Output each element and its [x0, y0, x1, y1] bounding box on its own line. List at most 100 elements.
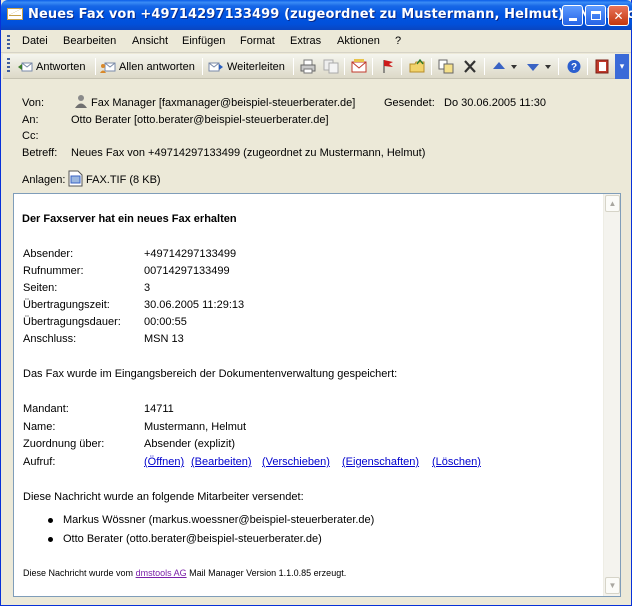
- previous-dropdown-icon[interactable]: [510, 59, 518, 74]
- edit-link[interactable]: (Bearbeiten): [191, 456, 252, 468]
- minimize-icon: [568, 18, 577, 21]
- categorize-icon[interactable]: [438, 59, 454, 74]
- toolbar-separator: [293, 58, 294, 75]
- list-bullet: [48, 518, 53, 523]
- menu-datei[interactable]: Datei: [22, 35, 48, 47]
- recipient-item: Otto Berater (otto.berater@beispiel-steu…: [63, 533, 322, 545]
- from-label: Von:: [22, 97, 45, 109]
- toolbar-separator: [95, 58, 96, 75]
- flag-icon[interactable]: [380, 59, 396, 74]
- to-value[interactable]: Otto Berater [otto.berater@beispiel-steu…: [71, 114, 329, 126]
- forward-label: Weiterleiten: [227, 60, 285, 73]
- toolbar-overflow-button[interactable]: ▾: [615, 54, 629, 79]
- menu-format[interactable]: Format: [240, 35, 275, 47]
- menu-help[interactable]: ?: [395, 35, 401, 47]
- footer-pre: Diese Nachricht wurde vom: [23, 568, 134, 578]
- from-value[interactable]: Fax Manager [faxmanager@beispiel-steuerb…: [91, 97, 355, 109]
- window-title: Neues Fax von +49714297133499 (zugeordne…: [28, 7, 632, 22]
- toolbar-separator: [587, 58, 588, 75]
- reply-all-button[interactable]: Allen antworten: [100, 57, 195, 76]
- menu-bearbeiten[interactable]: Bearbeiten: [63, 35, 116, 47]
- forward-icon: [208, 60, 224, 74]
- reply-label: Antworten: [36, 60, 86, 73]
- mark-unread-icon[interactable]: [351, 59, 367, 74]
- move-folder-icon[interactable]: [409, 58, 425, 74]
- move-link[interactable]: (Verschieben): [262, 456, 330, 468]
- body-heading: Der Faxserver hat ein neues Fax erhalten: [22, 213, 237, 225]
- sent-to-text: Diese Nachricht wurde an folgende Mitarb…: [23, 491, 304, 503]
- stored-text: Das Fax wurde im Eingangsbereich der Dok…: [23, 368, 398, 380]
- copy-icon[interactable]: [323, 59, 339, 74]
- maximize-button[interactable]: [585, 5, 606, 26]
- detail-value: 3: [144, 282, 151, 294]
- menu-einfuegen[interactable]: Einfügen: [182, 35, 225, 47]
- list-bullet: [48, 537, 53, 542]
- envelope-icon: [7, 8, 23, 20]
- maximize-icon: [590, 11, 601, 20]
- detail-value: MSN 13: [144, 333, 184, 345]
- minimize-button[interactable]: [562, 5, 583, 26]
- menu-ansicht[interactable]: Ansicht: [132, 35, 168, 47]
- toolbar-separator: [484, 58, 485, 75]
- attachments-label: Anlagen:: [22, 174, 66, 186]
- assignment-value: Absender (explizit): [144, 438, 236, 450]
- attachment-name[interactable]: FAX.TIF (8 KB): [86, 174, 161, 186]
- toolbar-separator: [431, 58, 432, 75]
- footer-post: Mail Manager Version 1.1.0.85 erzeugt.: [189, 568, 347, 578]
- call-label: Aufruf:: [23, 456, 56, 468]
- next-dropdown-icon[interactable]: [544, 59, 552, 74]
- detail-label: Anschluss:: [23, 333, 77, 345]
- menu-bar: Datei Bearbeiten Ansicht Einfügen Format…: [1, 30, 631, 53]
- detail-value: +49714297133499: [144, 248, 237, 260]
- previous-item-icon[interactable]: [491, 59, 507, 74]
- message-body: Der Faxserver hat ein neues Fax erhalten…: [13, 193, 621, 597]
- subject-label: Betreff:: [22, 147, 58, 159]
- toolbar: Antworten Allen antworten Weiterleiten ?…: [3, 54, 629, 79]
- detail-label: Absender:: [23, 248, 74, 260]
- svg-text:?: ?: [571, 62, 577, 73]
- delete-link[interactable]: (Löschen): [432, 456, 481, 468]
- toolbar-separator: [558, 58, 559, 75]
- reply-icon: [17, 60, 33, 74]
- detail-value: 30.06.2005 11:29:13: [144, 299, 245, 311]
- print-icon[interactable]: [300, 59, 316, 74]
- close-button[interactable]: ✕: [608, 5, 629, 26]
- message-window: Neues Fax von +49714297133499 (zugeordne…: [0, 0, 632, 606]
- to-label: An:: [22, 114, 39, 126]
- cc-label: Cc:: [22, 130, 39, 142]
- menu-aktionen[interactable]: Aktionen: [337, 35, 380, 47]
- detail-label: Seiten:: [23, 282, 58, 294]
- scroll-up-icon: ▲: [608, 199, 617, 208]
- properties-link[interactable]: (Eigenschaften): [342, 456, 419, 468]
- toolbar-grip[interactable]: [7, 58, 10, 72]
- reply-all-label: Allen antworten: [119, 60, 195, 73]
- open-link[interactable]: (Öffnen): [144, 456, 184, 468]
- assignment-label: Mandant:: [23, 403, 69, 415]
- title-bar[interactable]: Neues Fax von +49714297133499 (zugeordne…: [1, 0, 632, 30]
- address-book-icon[interactable]: [594, 59, 610, 74]
- scroll-down-icon: ▼: [608, 581, 617, 590]
- forward-button[interactable]: Weiterleiten: [208, 57, 285, 76]
- message-header: Von: Fax Manager [faxmanager@beispiel-st…: [1, 80, 631, 192]
- recipient-item: Markus Wössner (markus.woessner@beispiel…: [63, 514, 375, 526]
- scroll-up-button[interactable]: ▲: [605, 195, 620, 212]
- scroll-down-button[interactable]: ▼: [605, 577, 620, 594]
- toolbar-separator: [202, 58, 203, 75]
- assignment-value: Mustermann, Helmut: [144, 421, 247, 433]
- close-icon: ✕: [613, 8, 624, 23]
- subject-value: Neues Fax von +49714297133499 (zugeordne…: [71, 147, 426, 159]
- dmstools-link[interactable]: dmstools AG: [136, 568, 187, 578]
- detail-label: Rufnummer:: [23, 265, 84, 277]
- attachment-file-icon[interactable]: [68, 170, 83, 187]
- menu-grip[interactable]: [7, 35, 10, 49]
- delete-icon[interactable]: [462, 59, 478, 74]
- vertical-scrollbar[interactable]: ▲ ▼: [603, 194, 620, 596]
- menu-extras[interactable]: Extras: [290, 35, 321, 47]
- detail-value: 00:00:55: [144, 316, 187, 328]
- reply-button[interactable]: Antworten: [17, 57, 86, 76]
- assignment-value: 14711: [144, 403, 174, 415]
- assignment-label: Zuordnung über:: [23, 438, 105, 450]
- sent-value: Do 30.06.2005 11:30: [444, 97, 546, 109]
- help-icon[interactable]: ?: [566, 59, 582, 74]
- next-item-icon[interactable]: [525, 59, 541, 74]
